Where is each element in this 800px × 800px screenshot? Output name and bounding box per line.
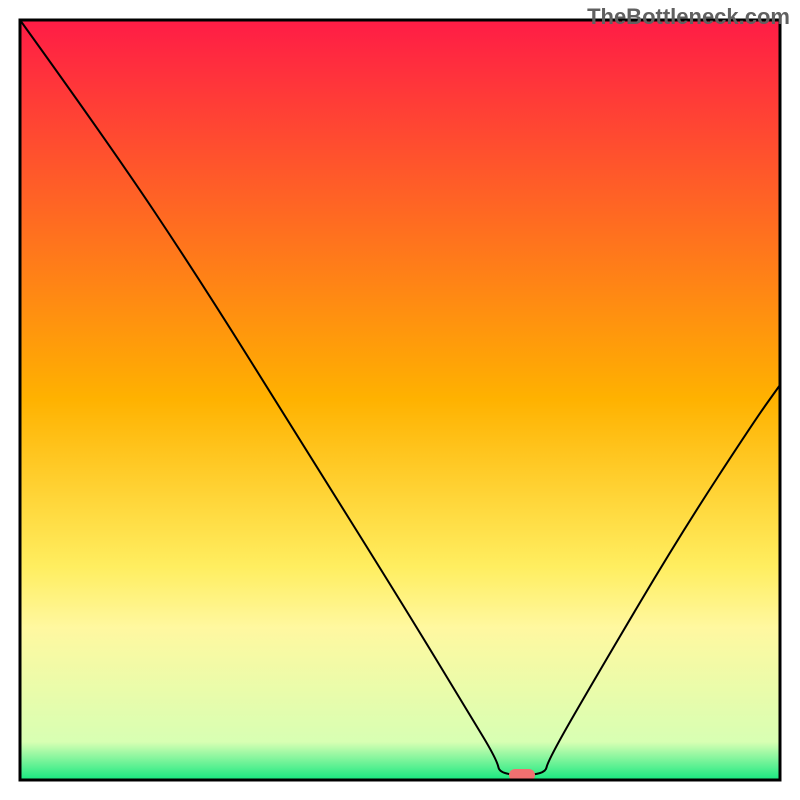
plot-background [20, 20, 780, 780]
chart-canvas [0, 0, 800, 800]
watermark-text: TheBottleneck.com [587, 4, 790, 30]
chart-container: TheBottleneck.com [0, 0, 800, 800]
